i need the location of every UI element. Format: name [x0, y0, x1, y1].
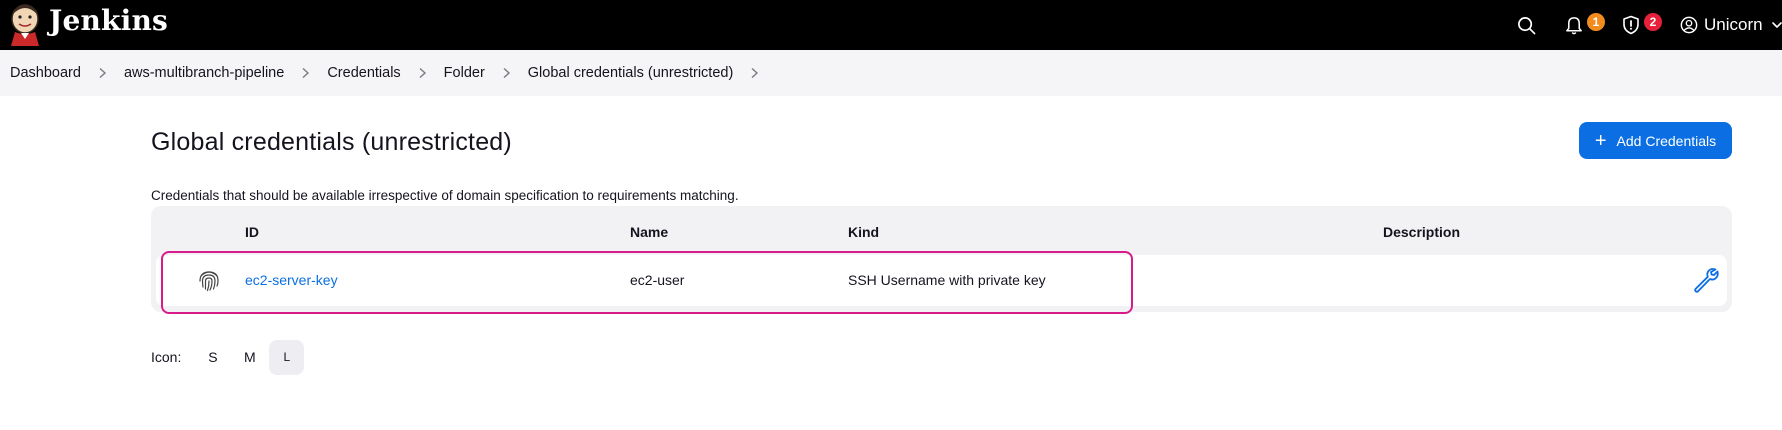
- fingerprint-icon: [199, 271, 219, 292]
- breadcrumb-global-credentials[interactable]: Global credentials (unrestricted): [528, 65, 734, 81]
- column-header-id[interactable]: ID: [245, 224, 259, 240]
- user-icon: [1680, 16, 1698, 34]
- notifications-badge: 1: [1587, 13, 1605, 31]
- shield-icon[interactable]: [1618, 12, 1644, 38]
- add-credentials-label: Add Credentials: [1616, 132, 1717, 149]
- chevron-right-icon[interactable]: [502, 67, 511, 79]
- jenkins-butler-icon: [11, 4, 39, 46]
- breadcrumb: Dashboard aws-multibranch-pipeline Crede…: [0, 50, 1782, 96]
- security-badge: 2: [1644, 13, 1662, 31]
- user-menu[interactable]: Unicorn: [1680, 12, 1782, 38]
- jenkins-logo[interactable]: [6, 2, 44, 46]
- icon-size-medium[interactable]: M: [232, 340, 267, 375]
- bell-icon[interactable]: [1561, 12, 1587, 38]
- plus-icon: +: [1594, 129, 1607, 152]
- search-icon[interactable]: [1513, 12, 1539, 38]
- breadcrumb-pipeline[interactable]: aws-multibranch-pipeline: [124, 65, 284, 81]
- breadcrumb-credentials[interactable]: Credentials: [327, 65, 400, 81]
- column-header-name[interactable]: Name: [630, 224, 668, 240]
- icon-size-large[interactable]: L: [269, 339, 305, 375]
- icon-size-small[interactable]: S: [195, 340, 230, 375]
- credential-id-link[interactable]: ec2-server-key: [245, 272, 338, 288]
- credential-kind: SSH Username with private key: [848, 272, 1046, 288]
- credential-name: ec2-user: [630, 272, 685, 288]
- icon-size-selector: Icon: S M L: [151, 339, 305, 375]
- page-title: Global credentials (unrestricted): [151, 128, 512, 156]
- chevron-right-icon[interactable]: [418, 67, 427, 79]
- wrench-icon[interactable]: [1691, 265, 1721, 295]
- chevron-right-icon[interactable]: [98, 67, 107, 79]
- breadcrumb-folder[interactable]: Folder: [444, 65, 485, 81]
- icon-size-label: Icon:: [151, 349, 182, 365]
- domain-description: Credentials that should be available irr…: [151, 188, 739, 203]
- user-name: Unicorn: [1704, 15, 1763, 34]
- column-header-kind[interactable]: Kind: [848, 224, 879, 240]
- top-header: Jenkins 1 2 Unicorn: [0, 0, 1782, 50]
- chevron-right-icon[interactable]: [301, 67, 310, 79]
- chevron-down-icon: [1771, 22, 1782, 28]
- chevron-right-icon[interactable]: [750, 67, 759, 79]
- app-title[interactable]: Jenkins: [49, 4, 168, 37]
- column-header-description[interactable]: Description: [1383, 224, 1460, 240]
- add-credentials-button[interactable]: + Add Credentials: [1579, 122, 1732, 159]
- breadcrumb-dashboard[interactable]: Dashboard: [10, 65, 81, 81]
- credentials-table: ID Name Kind Description ec2-server-key …: [151, 206, 1732, 312]
- table-row: ec2-server-key ec2-user SSH Username wit…: [156, 255, 1727, 306]
